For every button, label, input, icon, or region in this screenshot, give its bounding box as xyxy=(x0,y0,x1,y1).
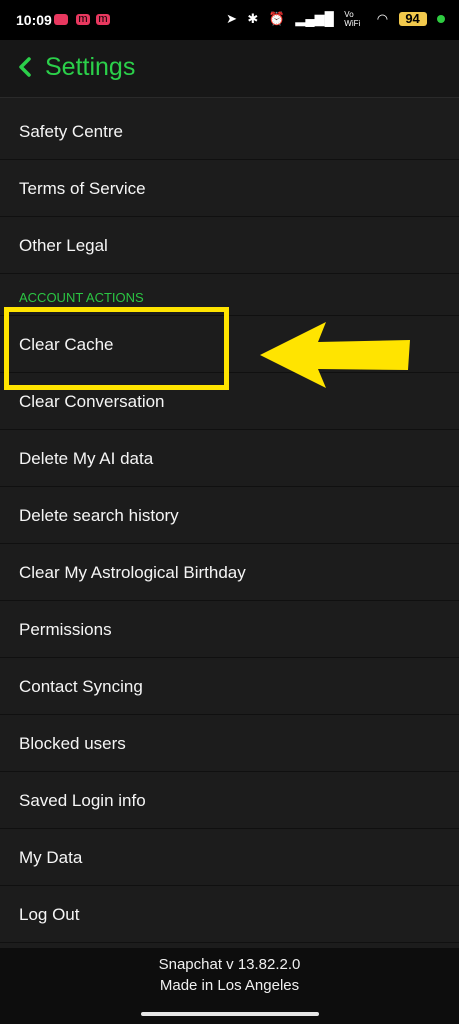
settings-item-safety-centre[interactable]: Safety Centre xyxy=(0,103,459,160)
home-indicator[interactable] xyxy=(141,1012,319,1016)
battery-icon: 94 xyxy=(398,12,427,26)
settings-item-my-data[interactable]: My Data xyxy=(0,829,459,886)
wifi-icon: ◠ xyxy=(376,11,389,26)
settings-item-delete-my-ai-data[interactable]: Delete My AI data xyxy=(0,430,459,487)
made-in-text: Made in Los Angeles xyxy=(159,977,300,994)
page-title: Settings xyxy=(45,53,136,81)
bluetooth-icon: ✱ xyxy=(247,11,259,26)
m-app-icon: m xyxy=(76,14,90,25)
back-chevron-icon[interactable] xyxy=(12,52,38,82)
signal-icon: ▂▄▆█ xyxy=(295,11,334,26)
settings-item-log-out[interactable]: Log Out xyxy=(0,886,459,943)
annotation-arrow-icon xyxy=(260,322,410,388)
settings-item-terms-of-service[interactable]: Terms of Service xyxy=(0,160,459,217)
settings-item-other-legal[interactable]: Other Legal xyxy=(0,217,459,274)
settings-item-permissions[interactable]: Permissions xyxy=(0,601,459,658)
settings-item-saved-login-info[interactable]: Saved Login info xyxy=(0,772,459,829)
location-icon: ➤ xyxy=(226,11,237,26)
settings-item-delete-search-history[interactable]: Delete search history xyxy=(0,487,459,544)
footer: Snapchat v 13.82.2.0 Made in Los Angeles xyxy=(0,948,459,1024)
system-icons: ➤ ✱ ⏰ ▂▄▆█ Vo WiFi ◠ 94 xyxy=(220,10,445,30)
settings-item-clear-astrological-birthday[interactable]: Clear My Astrological Birthday xyxy=(0,544,459,601)
settings-item-contact-syncing[interactable]: Contact Syncing xyxy=(0,658,459,715)
version-text: Snapchat v 13.82.2.0 xyxy=(158,956,301,973)
status-bar: 10:09 m m ➤ ✱ ⏰ ▂▄▆█ Vo WiFi ◠ 94 xyxy=(0,0,459,40)
settings-list: Safety Centre Terms of Service Other Leg… xyxy=(0,103,459,943)
vowifi-label: Vo WiFi xyxy=(344,10,361,28)
status-time: 10:09 xyxy=(16,12,52,28)
alarm-off-icon: ⏰ xyxy=(268,11,285,26)
settings-item-blocked-users[interactable]: Blocked users xyxy=(0,715,459,772)
m-app-icon: m xyxy=(96,14,110,25)
annotation-highlight-box xyxy=(4,307,229,390)
green-indicator-dot xyxy=(437,15,445,23)
app-bar: Settings xyxy=(0,40,459,98)
youtube-icon xyxy=(54,14,68,25)
